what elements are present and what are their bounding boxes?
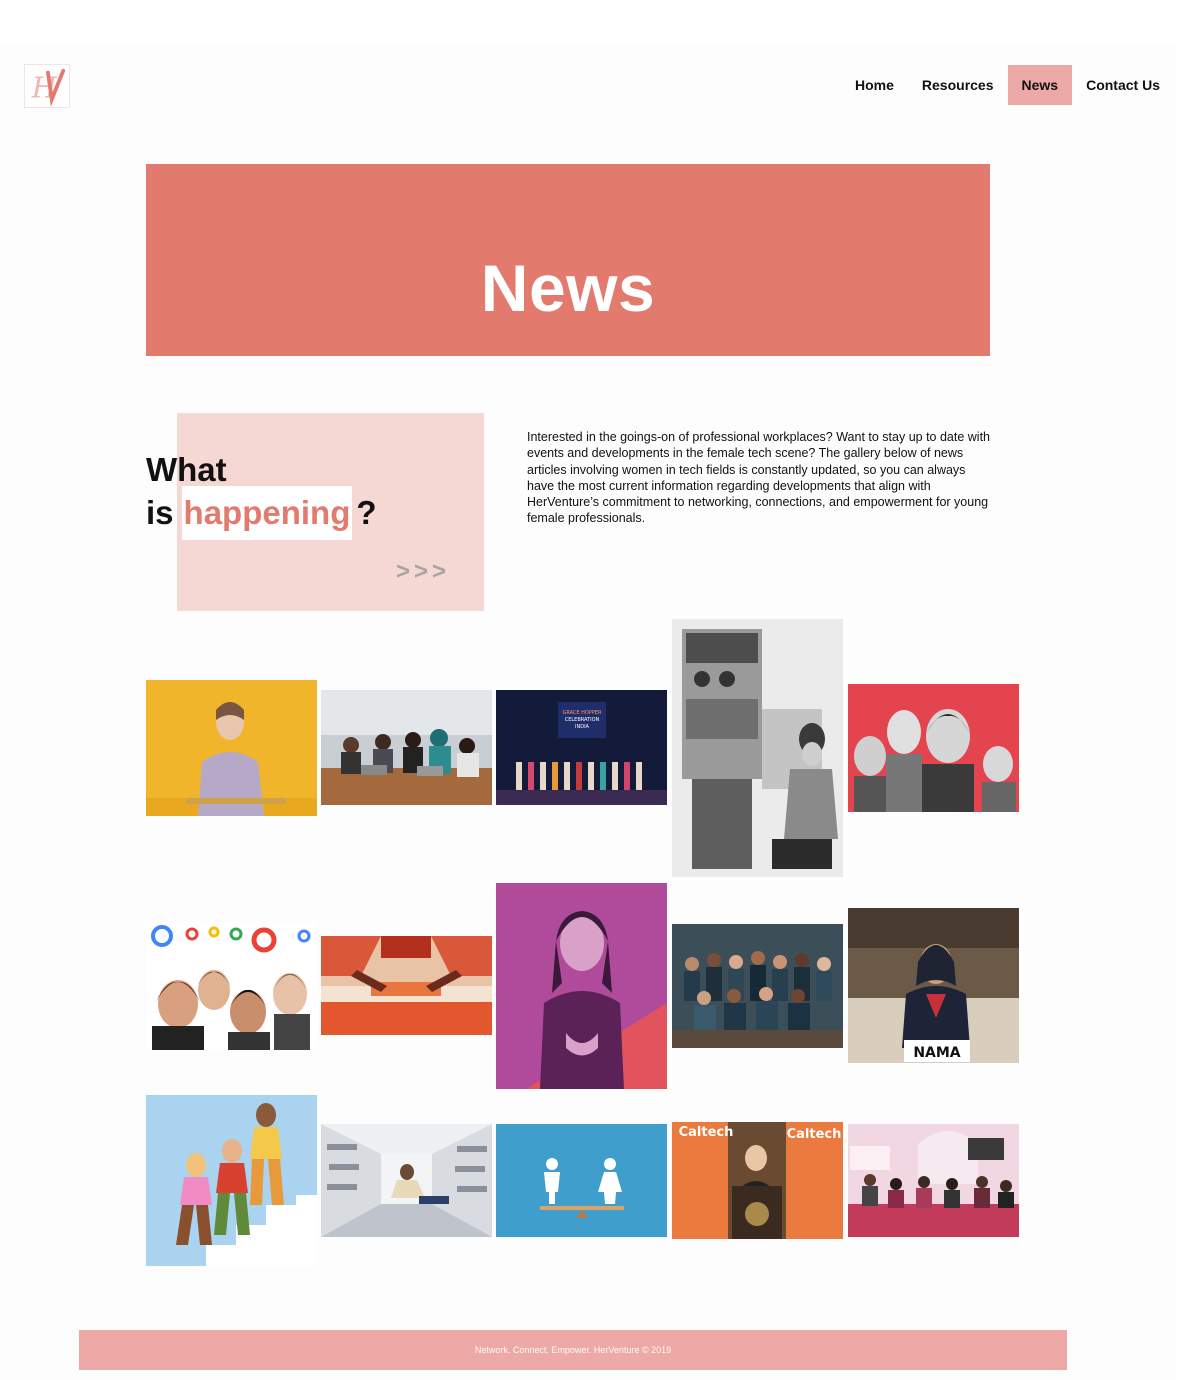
news-photo-google-women[interactable] [146, 922, 317, 1050]
next-arrows-link[interactable]: >>> [396, 558, 450, 586]
intro-paragraph: Interested in the goings-on of professio… [527, 430, 990, 526]
news-illustration-women-stairs[interactable] [146, 1095, 317, 1266]
section-heading-what: What [146, 451, 227, 488]
nav-contact-us[interactable]: Contact Us [1072, 65, 1174, 105]
svg-text:GRACE HOPPER: GRACE HOPPER [562, 710, 602, 716]
heading-highlight: happening [181, 486, 353, 540]
footer: Network. Connect. Empower. HerVenture © … [79, 1330, 1067, 1370]
footer-copyright: Network. Connect. Empower. HerVenture © … [474, 1345, 672, 1355]
news-photo-team-laptops[interactable] [321, 690, 492, 805]
news-photo-classroom[interactable] [848, 1124, 1019, 1237]
svg-text:CELEBRATION: CELEBRATION [565, 717, 600, 723]
section-heading-line2: is happening ? [146, 486, 377, 540]
caltech-logo-right: Caltech [787, 1127, 842, 1142]
logo[interactable]: H [24, 64, 70, 108]
hero-banner: News [146, 164, 990, 356]
news-illustration-hands[interactable] [321, 936, 492, 1035]
news-photo-portrait-magenta[interactable] [496, 883, 667, 1089]
news-photo-tech-leaders[interactable] [848, 684, 1019, 812]
heading-question-mark: ? [356, 494, 377, 531]
news-photo-nama-speaker[interactable]: NAMA [848, 908, 1019, 1063]
main-nav: Home Resources News Contact Us [841, 65, 1174, 105]
svg-text:INDIA: INDIA [575, 724, 590, 730]
nama-placard: NAMA [913, 1045, 960, 1061]
news-photo-space-station[interactable] [321, 1124, 492, 1237]
news-photo-vintage-computer[interactable] [672, 619, 843, 877]
news-photo-caltech-speaker[interactable]: Caltech Caltech [672, 1122, 843, 1239]
news-photo-group-women[interactable] [672, 924, 843, 1048]
news-photo-gender-balance[interactable] [496, 1124, 667, 1237]
nav-home[interactable]: Home [841, 65, 908, 105]
logo-mark-icon: H [31, 68, 66, 107]
news-photo-woman-yellow[interactable] [146, 680, 317, 816]
page-title: News [480, 251, 656, 325]
caltech-logo-left: Caltech [679, 1125, 734, 1140]
news-photo-grace-hopper[interactable]: GRACE HOPPER CELEBRATION INDIA [496, 690, 667, 805]
heading-is: is [146, 494, 174, 531]
nav-resources[interactable]: Resources [908, 65, 1008, 105]
nav-news[interactable]: News [1007, 65, 1073, 105]
